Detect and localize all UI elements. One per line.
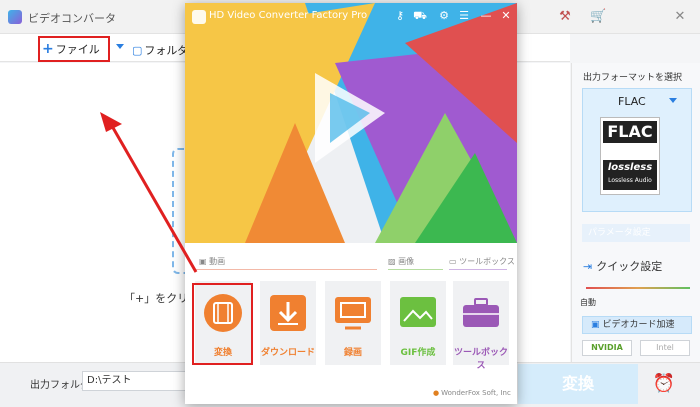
annotation-arrow bbox=[100, 112, 198, 273]
arrow-head bbox=[100, 112, 122, 132]
